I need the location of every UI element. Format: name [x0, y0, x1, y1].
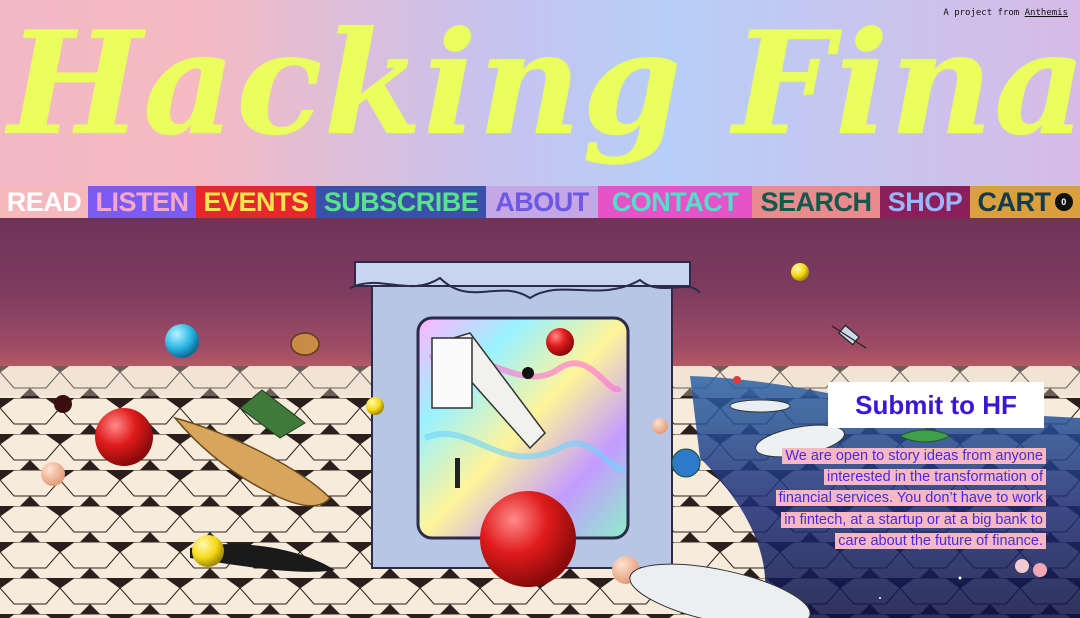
- nav-about-label: ABOUT: [495, 186, 589, 217]
- nav-contact[interactable]: CONTACT: [598, 186, 752, 218]
- anthemis-link[interactable]: Anthemis: [1025, 8, 1068, 18]
- nav-events-label: EVENTS: [203, 186, 309, 217]
- red-sphere-left: [95, 408, 153, 466]
- blue-sphere: [165, 324, 199, 358]
- submit-to-hf-button[interactable]: Submit to HF: [828, 382, 1044, 428]
- submit-line-1: We are open to story ideas from anyone: [782, 448, 1046, 464]
- nav-listen-label: LISTEN: [95, 186, 189, 217]
- nav-search[interactable]: SEARCH: [752, 186, 880, 218]
- site-logo-wordmark[interactable]: Hacking Finance: [8, 0, 1080, 174]
- red-sphere-center: [480, 491, 576, 587]
- nav-about[interactable]: ABOUT: [486, 186, 598, 218]
- nav-subscribe-label: SUBSCRIBE: [323, 186, 479, 217]
- nav-search-label: SEARCH: [760, 186, 872, 217]
- nav-shop[interactable]: SHOP: [880, 186, 970, 218]
- nav-listen[interactable]: LISTEN: [88, 186, 196, 218]
- header: Hacking Finance A project from Anthemis: [0, 0, 1080, 186]
- cart-count-badge: 0: [1054, 193, 1073, 211]
- nav-shop-label: SHOP: [887, 186, 963, 217]
- nav-events[interactable]: EVENTS: [196, 186, 316, 218]
- submit-line-5: care about the future of finance.: [835, 532, 1046, 549]
- credit-prefix: A project from: [943, 8, 1020, 18]
- nav-contact-label: CONTACT: [611, 186, 739, 217]
- submit-line-3: financial services. You don’t have to wo…: [775, 490, 1046, 507]
- submit-line-4: in fintech, at a startup or at a big ban…: [781, 511, 1046, 528]
- project-credit: A project from Anthemis: [943, 8, 1068, 18]
- main-nav: READ LISTEN EVENTS SUBSCRIBE ABOUT CONTA…: [0, 186, 1080, 218]
- nav-cart-label: CART: [977, 186, 1052, 217]
- nav-cart[interactable]: CART 0: [970, 186, 1080, 218]
- submit-description: We are open to story ideas from anyone i…: [744, 446, 1046, 552]
- nav-subscribe[interactable]: SUBSCRIBE: [316, 186, 486, 218]
- nav-read-label: READ: [6, 186, 82, 217]
- nav-read[interactable]: READ: [0, 186, 88, 218]
- submit-line-2: interested in the transformation of: [823, 469, 1046, 486]
